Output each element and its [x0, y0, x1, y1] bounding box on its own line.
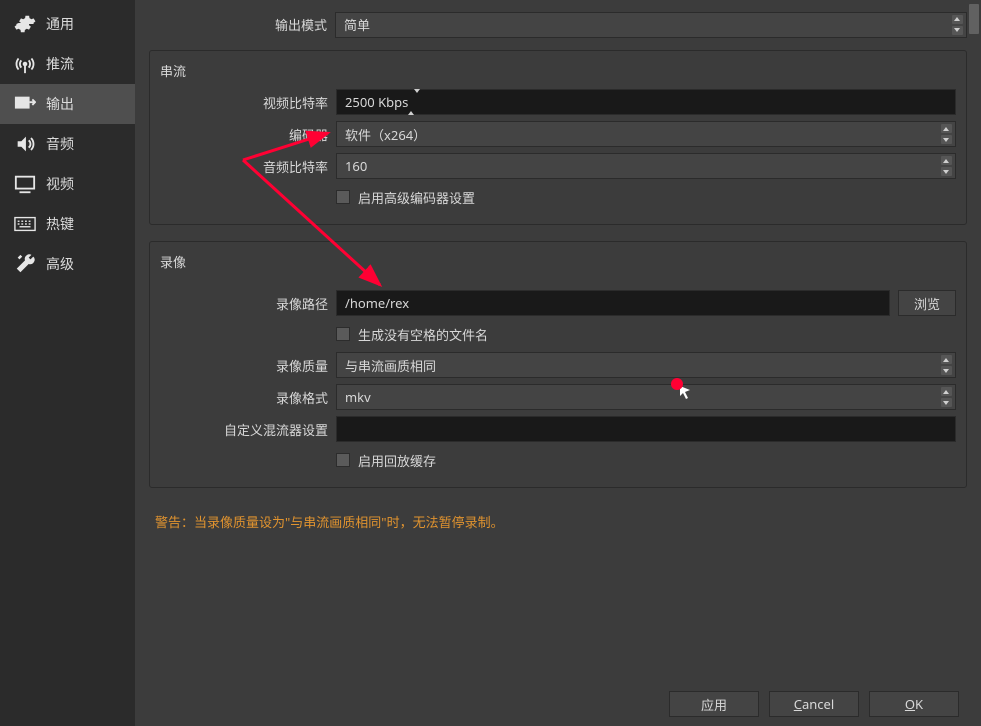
audio-bitrate-label: 音频比特率 [160, 157, 336, 176]
audio-bitrate-select[interactable]: 160 [336, 153, 956, 179]
settings-main-panel: 输出模式 简单 串流 视频比特率 2500 Kbps 编码器 [135, 0, 981, 726]
record-path-input[interactable]: /home/rex [336, 290, 890, 316]
settings-sidebar: 通用 推流 输出 音频 视频 [0, 0, 135, 726]
cancel-button[interactable]: Cancel [769, 691, 859, 717]
sidebar-item-stream[interactable]: 推流 [0, 44, 135, 84]
no-space-label: 生成没有空格的文件名 [358, 325, 488, 344]
record-group: 录像 录像路径 /home/rex 浏览 生成没有空格的文件名 录像质量 [149, 241, 967, 488]
keyboard-icon [14, 213, 36, 235]
sidebar-item-output[interactable]: 输出 [0, 84, 135, 124]
output-mode-label: 输出模式 [149, 15, 335, 34]
advanced-encoder-checkbox[interactable] [336, 190, 350, 204]
muxer-label: 自定义混流器设置 [160, 420, 336, 439]
sidebar-item-label: 输出 [46, 94, 74, 114]
record-format-label: 录像格式 [160, 388, 336, 407]
sidebar-item-audio[interactable]: 音频 [0, 124, 135, 164]
video-bitrate-input[interactable]: 2500 Kbps [336, 89, 956, 115]
sidebar-item-label: 热键 [46, 214, 74, 234]
scrollbar-thumb[interactable] [969, 4, 979, 34]
sidebar-item-label: 音频 [46, 134, 74, 154]
sidebar-item-advanced[interactable]: 高级 [0, 244, 135, 284]
output-mode-value: 简单 [344, 15, 370, 34]
sidebar-item-video[interactable]: 视频 [0, 164, 135, 204]
output-mode-row: 输出模式 简单 [149, 0, 967, 44]
gear-icon [14, 13, 36, 35]
record-quality-label: 录像质量 [160, 356, 336, 375]
tools-icon [14, 253, 36, 275]
stream-group: 串流 视频比特率 2500 Kbps 编码器 软件（x264） [149, 50, 967, 225]
browse-button[interactable]: 浏览 [898, 290, 956, 316]
sidebar-item-general[interactable]: 通用 [0, 4, 135, 44]
stream-group-title: 串流 [160, 61, 956, 80]
video-bitrate-label: 视频比特率 [160, 93, 336, 112]
record-format-select[interactable]: mkv [336, 384, 956, 410]
apply-button[interactable]: 应用 [669, 691, 759, 717]
output-icon [14, 93, 36, 115]
replay-buffer-checkbox[interactable] [336, 453, 350, 467]
no-space-checkbox[interactable] [336, 327, 350, 341]
encoder-label: 编码器 [160, 125, 336, 144]
dialog-footer: 应用 Cancel OK [135, 682, 981, 726]
sidebar-item-label: 高级 [46, 254, 74, 274]
monitor-icon [14, 173, 36, 195]
sidebar-item-label: 推流 [46, 54, 74, 74]
record-path-label: 录像路径 [160, 294, 336, 313]
record-group-title: 录像 [160, 252, 956, 271]
warning-text: 警告：当录像质量设为"与串流画质相同"时，无法暂停录制。 [155, 512, 967, 531]
muxer-input[interactable] [336, 416, 956, 442]
sidebar-item-hotkeys[interactable]: 热键 [0, 204, 135, 244]
advanced-encoder-label: 启用高级编码器设置 [358, 188, 475, 207]
replay-buffer-label: 启用回放缓存 [358, 451, 436, 470]
sidebar-item-label: 通用 [46, 14, 74, 34]
speaker-icon [14, 133, 36, 155]
antenna-icon [14, 53, 36, 75]
output-mode-select[interactable]: 简单 [335, 12, 967, 38]
encoder-select[interactable]: 软件（x264） [336, 121, 956, 147]
ok-button[interactable]: OK [869, 691, 959, 717]
sidebar-item-label: 视频 [46, 174, 74, 194]
record-quality-select[interactable]: 与串流画质相同 [336, 352, 956, 378]
